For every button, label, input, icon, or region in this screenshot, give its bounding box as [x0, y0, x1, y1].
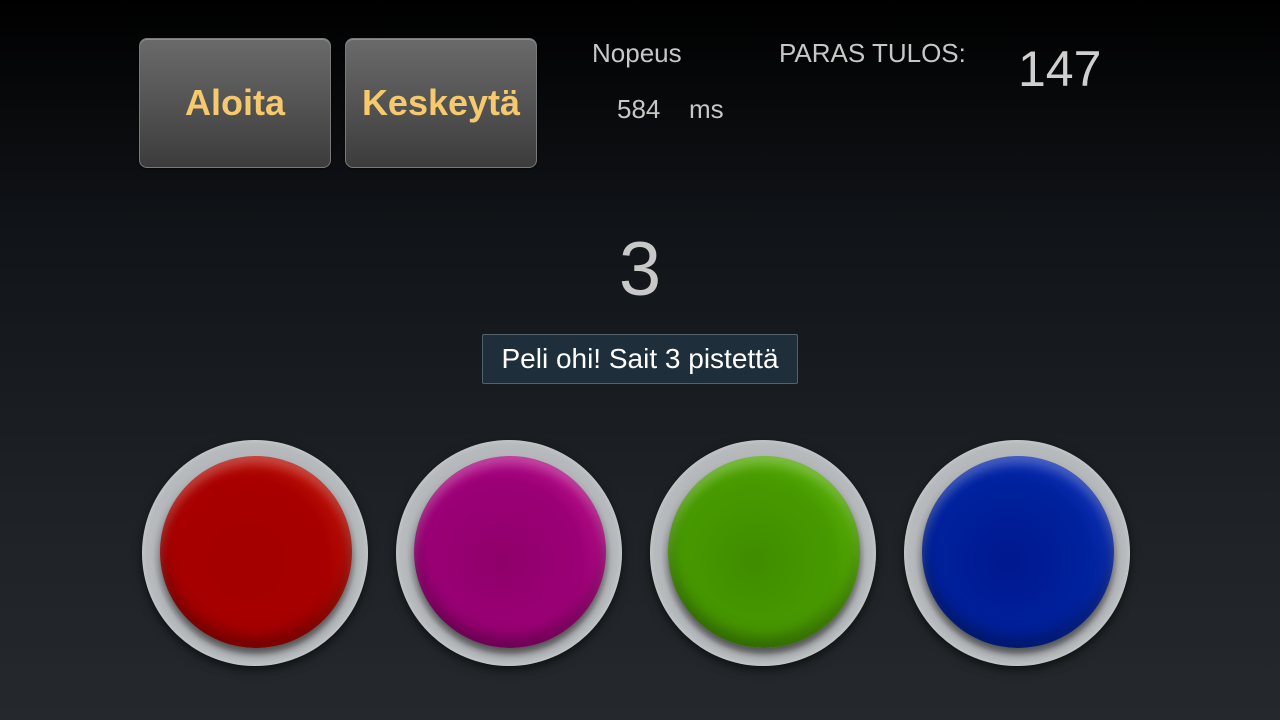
best-score-label: PARAS TULOS:	[779, 38, 966, 68]
game-over-toast: Peli ohi! Sait 3 pistettä	[482, 334, 798, 384]
red-game-button[interactable]	[142, 440, 368, 666]
speed-label: Nopeus	[592, 38, 682, 68]
green-button-cap	[668, 456, 860, 648]
blue-game-button[interactable]	[904, 440, 1130, 666]
stop-button[interactable]: Keskeytä	[345, 38, 537, 168]
magenta-button-cap	[414, 456, 606, 648]
blue-button-cap	[922, 456, 1114, 648]
magenta-game-button[interactable]	[396, 440, 622, 666]
start-button[interactable]: Aloita	[139, 38, 331, 168]
best-score-value: 147	[1018, 41, 1102, 97]
current-score: 3	[618, 227, 662, 312]
speed-unit: ms	[689, 94, 724, 124]
red-button-cap	[160, 456, 352, 648]
green-game-button[interactable]	[650, 440, 876, 666]
speed-value: 584	[617, 94, 661, 124]
